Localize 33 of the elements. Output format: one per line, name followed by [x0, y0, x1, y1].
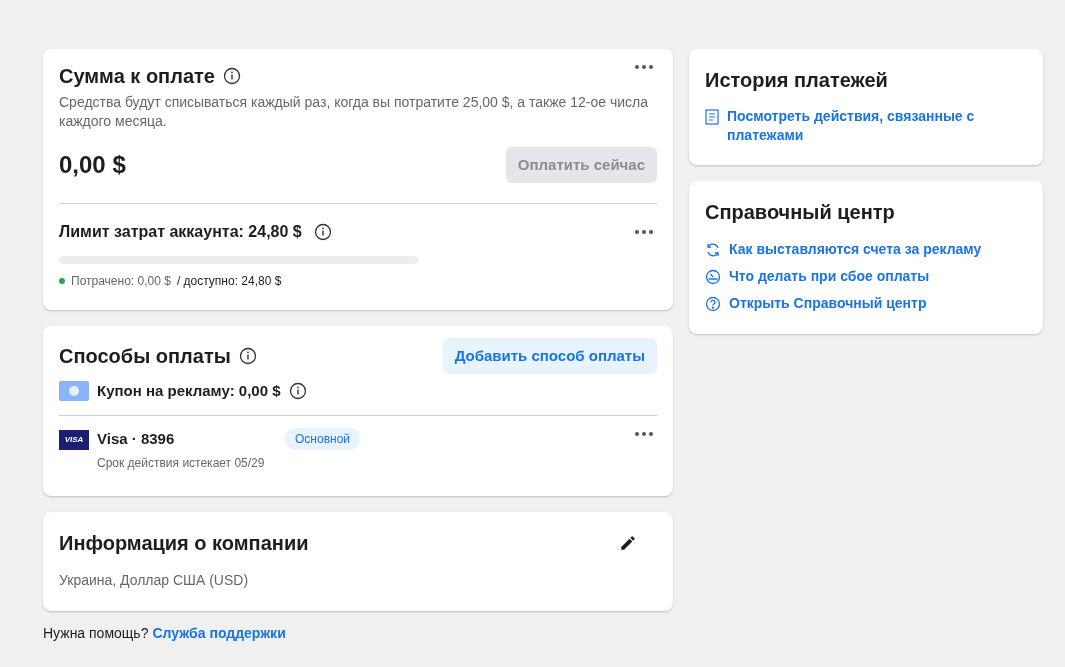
spent-label: Потрачено: 0,00 $ — [71, 273, 171, 290]
receipt-icon — [705, 109, 719, 125]
company-details: Украина, Доллар США (USD) — [59, 571, 250, 590]
help-article-link[interactable]: Как выставляются счета за рекламу — [729, 239, 982, 260]
default-badge: Основной — [285, 427, 360, 450]
card-title: Способы оплаты — [59, 344, 231, 369]
support-link[interactable]: Служба поддержки — [152, 623, 286, 644]
card-brand-logo: VISA — [59, 429, 89, 450]
amount-value: 0,00 $ — [59, 150, 126, 180]
help-prompt: Нужна помощь? — [43, 624, 149, 643]
info-icon[interactable] — [222, 67, 241, 85]
refresh-icon — [705, 241, 721, 258]
info-icon[interactable] — [313, 223, 332, 241]
coupon-label: Купон на рекламу: 0,00 $ — [97, 381, 281, 401]
help-icon — [705, 295, 721, 312]
card-expiry: Срок действия истекает 05/29 — [97, 455, 266, 472]
add-payment-method-button[interactable]: Добавить способ оплаты — [442, 338, 657, 374]
card-title: История платежей — [705, 68, 889, 93]
payment-activity-link[interactable]: Посмотреть действия, связанные с платежами — [727, 107, 1027, 145]
billing-description: Средства будут списываться каждый раз, когда вы потратите 25,00 $, а также 12-ое числа каждого месяца. — [59, 93, 649, 131]
spending-limit-title: Лимит затрат аккаунта: 24,80 $ — [59, 222, 302, 242]
info-icon[interactable] — [288, 382, 307, 401]
card-name: Visa · 8396 — [97, 428, 176, 449]
gauge-icon — [705, 268, 721, 285]
available-label: / доступно: 24,80 $ — [176, 273, 282, 290]
help-article-link[interactable]: Открыть Справочный центр — [729, 293, 927, 314]
card-title: Информация о компании — [59, 531, 309, 556]
help-article-link[interactable]: Что делать при сбое оплаты — [729, 266, 930, 287]
coupon-icon — [59, 381, 89, 402]
card-title: Сумма к оплате — [59, 64, 215, 89]
edit-pencil-icon[interactable] — [619, 534, 637, 552]
info-icon[interactable] — [238, 347, 257, 365]
card-title: Справочный центр — [705, 200, 896, 225]
